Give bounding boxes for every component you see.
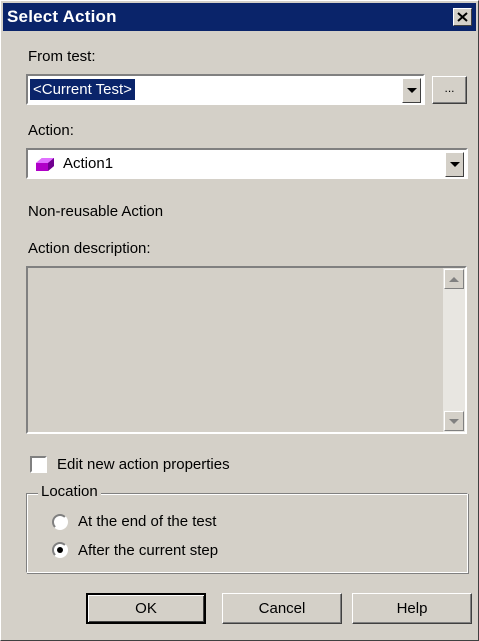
- action-gem-icon: [36, 158, 54, 171]
- from-test-combobox[interactable]: <Current Test>: [26, 74, 425, 105]
- browse-button-label: ...: [444, 81, 455, 95]
- action-combobox[interactable]: Action1: [26, 148, 468, 179]
- from-test-label: From test:: [28, 48, 96, 65]
- edit-properties-checkbox[interactable]: [30, 456, 47, 473]
- scroll-up-button[interactable]: [444, 269, 464, 289]
- ok-button-label: OK: [135, 600, 157, 617]
- radio-end-of-test-label[interactable]: At the end of the test: [78, 513, 216, 530]
- action-selected-value: Action1: [63, 155, 114, 172]
- cancel-button[interactable]: Cancel: [222, 593, 342, 624]
- action-dropdown-button[interactable]: [445, 152, 464, 177]
- vertical-scrollbar[interactable]: [443, 268, 465, 432]
- help-button-label: Help: [396, 600, 428, 617]
- close-x-icon: [457, 12, 468, 22]
- edit-properties-label[interactable]: Edit new action properties: [57, 456, 230, 473]
- action-description-textarea[interactable]: [26, 266, 467, 434]
- radio-end-of-test[interactable]: [52, 514, 68, 530]
- select-action-dialog: Select Action From test: <Current Test> …: [0, 0, 479, 641]
- action-description-label: Action description:: [28, 240, 151, 257]
- arrow-up-icon: [449, 276, 459, 282]
- action-type-text: Non-reusable Action: [28, 203, 164, 220]
- from-test-selected-value: <Current Test>: [29, 78, 136, 101]
- cancel-button-label: Cancel: [258, 600, 306, 617]
- ok-button[interactable]: OK: [86, 593, 206, 624]
- chevron-down-icon: [406, 88, 417, 93]
- chevron-down-icon: [449, 162, 460, 167]
- radio-after-current-step-label[interactable]: After the current step: [78, 542, 218, 559]
- window-title: Select Action: [7, 7, 117, 26]
- close-button[interactable]: [453, 8, 472, 26]
- action-label: Action:: [28, 122, 74, 139]
- location-legend: Location: [38, 483, 101, 500]
- help-button[interactable]: Help: [352, 593, 472, 624]
- arrow-down-icon: [449, 418, 459, 424]
- title-bar[interactable]: Select Action: [3, 3, 476, 31]
- scroll-down-button[interactable]: [444, 411, 464, 431]
- radio-selected-dot: [57, 547, 63, 553]
- from-test-dropdown-button[interactable]: [402, 78, 421, 103]
- location-groupbox: [26, 493, 468, 573]
- radio-after-current-step[interactable]: [52, 542, 68, 558]
- browse-test-button[interactable]: ...: [432, 76, 467, 104]
